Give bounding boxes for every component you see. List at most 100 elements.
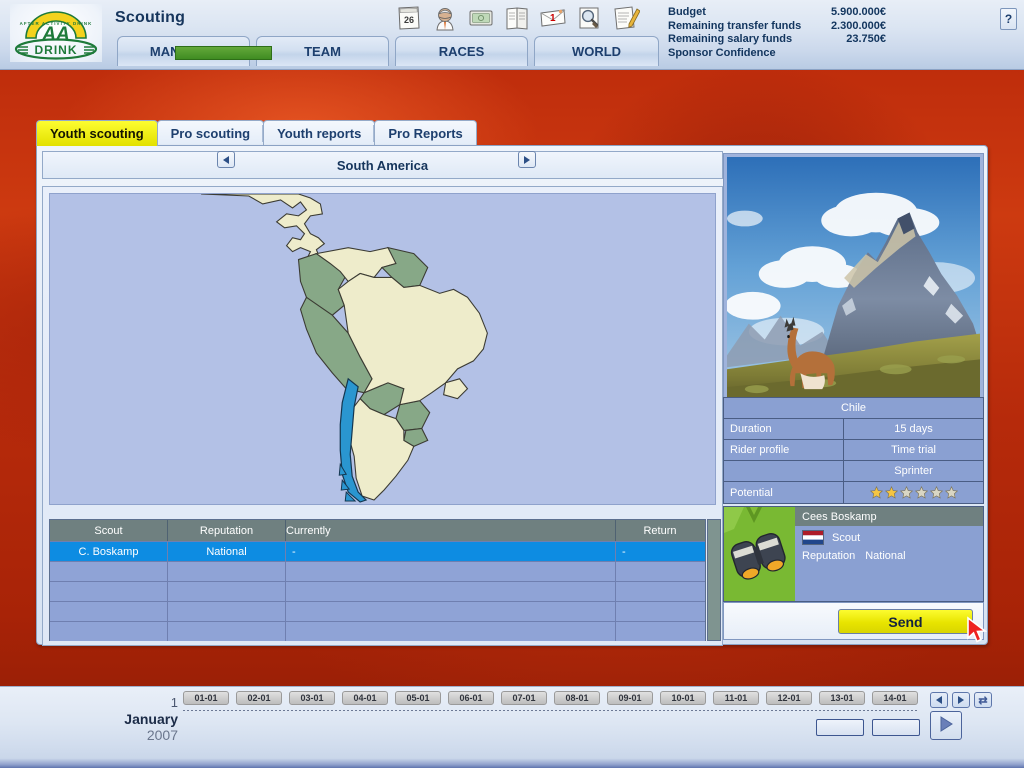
calendar-icon[interactable]: 26 [392, 2, 425, 34]
table-row[interactable]: C. Boskamp National - - [50, 541, 705, 561]
help-button[interactable]: ? [1000, 8, 1017, 30]
nav-tab-world[interactable]: WORLD [534, 36, 659, 66]
cell-reputation [168, 602, 286, 621]
country-photo [727, 157, 980, 403]
notepad-icon[interactable] [608, 2, 641, 34]
day-chip[interactable]: 13-01 [819, 691, 865, 705]
rider-profile-label: Rider profile [724, 440, 844, 460]
table-row[interactable] [50, 601, 705, 621]
map-previous-region-button[interactable] [217, 151, 235, 168]
scouting-tabstrip: Youth scouting Pro scouting Youth report… [36, 119, 477, 146]
play-icon [939, 716, 953, 735]
header-icon-row: 26 1 [392, 2, 641, 36]
day-chip[interactable]: 02-01 [236, 691, 282, 705]
cell-scout [50, 602, 168, 621]
scout-role: Scout [832, 531, 861, 544]
cell-reputation: National [168, 542, 286, 561]
svg-text:AA: AA [41, 24, 69, 45]
star-empty-icon [914, 486, 928, 499]
day-chip[interactable]: 11-01 [713, 691, 759, 705]
cell-reputation [168, 582, 286, 601]
timeline-next-button[interactable] [952, 692, 970, 708]
nav-tab-world-label: WORLD [571, 44, 622, 59]
scout-reputation-label: Reputation [802, 550, 856, 562]
day-chip[interactable]: 03-01 [289, 691, 335, 705]
map-next-region-button[interactable] [518, 151, 536, 168]
team-logo: AFTER ACTIVITY DRINK AA DRINK [10, 4, 102, 62]
money-icon[interactable] [464, 2, 497, 34]
scout-reputation-value: National [865, 550, 906, 562]
finance-row-transfer-funds: Remaining transfer funds 2.300.000€ [668, 20, 898, 34]
left-arrow-icon [223, 155, 229, 164]
scout-details: Cees Boskamp Scout Reputation National [795, 507, 983, 601]
rider-profile-secondary-value: Sprinter [844, 461, 983, 481]
info-row-rider-profile-secondary: Sprinter [724, 461, 983, 482]
column-header-reputation: Reputation [168, 520, 286, 541]
info-row-rider-profile: Rider profile Time trial [724, 440, 983, 461]
day-chip[interactable]: 09-01 [607, 691, 653, 705]
left-arrow-icon [936, 696, 942, 704]
day-chip[interactable]: 14-01 [872, 691, 918, 705]
tab-pro-scouting[interactable]: Pro scouting [156, 120, 265, 146]
tab-pro-scouting-label: Pro scouting [170, 126, 251, 141]
scout-reputation-row: Reputation National [795, 545, 983, 562]
search-icon[interactable] [572, 2, 605, 34]
country-name: Chile [724, 398, 983, 418]
sponsor-confidence-label: Sponsor Confidence [668, 46, 776, 59]
finance-row-sponsor-confidence: Sponsor Confidence [668, 47, 898, 61]
nav-tab-races-label: RACES [438, 44, 485, 59]
duration-label: Duration [724, 419, 844, 439]
scout-name: Cees Boskamp [795, 507, 983, 526]
day-chip[interactable]: 06-01 [448, 691, 494, 705]
day-chip[interactable]: 04-01 [342, 691, 388, 705]
timeline-previous-button[interactable] [930, 692, 948, 708]
date-month: January [124, 711, 178, 727]
transfer-funds-value: 2.300.000€ [830, 19, 886, 32]
mail-icon[interactable]: 1 [536, 2, 569, 34]
day-chip[interactable]: 07-01 [501, 691, 547, 705]
nav-tab-races[interactable]: RACES [395, 36, 528, 66]
timeline-slot-1[interactable] [816, 719, 864, 736]
table-row[interactable] [50, 561, 705, 581]
map-container: Scout Reputation Currently Return C. Bos… [42, 186, 723, 646]
date-year: 2007 [146, 727, 178, 743]
cell-reputation [168, 562, 286, 581]
day-chip[interactable]: 01-01 [183, 691, 229, 705]
cyclist-icon[interactable] [428, 2, 461, 34]
tab-pro-reports[interactable]: Pro Reports [374, 120, 477, 146]
star-filled-icon [869, 486, 883, 499]
scout-table-scrollbar[interactable] [707, 519, 721, 641]
country-detail-column: Chile Duration 15 days Rider profile Tim… [723, 151, 984, 641]
column-header-scout: Scout [50, 520, 168, 541]
newspaper-icon[interactable] [500, 2, 533, 34]
send-button[interactable]: Send [838, 609, 973, 634]
mail-badge-count: 1 [550, 13, 556, 24]
finance-row-salary-funds: Remaining salary funds 23.750€ [668, 33, 898, 47]
south-america-map[interactable] [49, 193, 716, 505]
timeline-slot-2[interactable] [872, 719, 920, 736]
tab-youth-scouting[interactable]: Youth scouting [36, 120, 158, 146]
table-row[interactable] [50, 621, 705, 641]
cell-return: - [622, 545, 626, 558]
day-chip[interactable]: 10-01 [660, 691, 706, 705]
salary-funds-label: Remaining salary funds [668, 33, 793, 45]
day-chip[interactable]: 08-01 [554, 691, 600, 705]
cell-currently [286, 602, 616, 621]
day-chip[interactable]: 05-01 [395, 691, 441, 705]
advance-day-play-button[interactable] [930, 711, 962, 740]
tab-pro-reports-label: Pro Reports [388, 126, 463, 141]
cell-scout [50, 562, 168, 581]
cell-scout: C. Boskamp [50, 542, 168, 561]
tab-youth-reports[interactable]: Youth reports [263, 120, 376, 146]
nav-tab-team[interactable]: TEAM [256, 36, 389, 66]
scout-table-header: Scout Reputation Currently Return [50, 520, 705, 541]
column-header-currently: Currently [286, 520, 616, 541]
swap-icon[interactable]: ⇄ [974, 692, 992, 708]
column-header-return: Return [643, 524, 677, 537]
table-row[interactable] [50, 581, 705, 601]
day-chip[interactable]: 12-01 [766, 691, 812, 705]
map-header: South America [42, 151, 723, 179]
potential-rating [844, 482, 983, 503]
salary-funds-value: 23.750€ [846, 33, 886, 45]
tab-youth-scouting-label: Youth scouting [50, 126, 144, 141]
